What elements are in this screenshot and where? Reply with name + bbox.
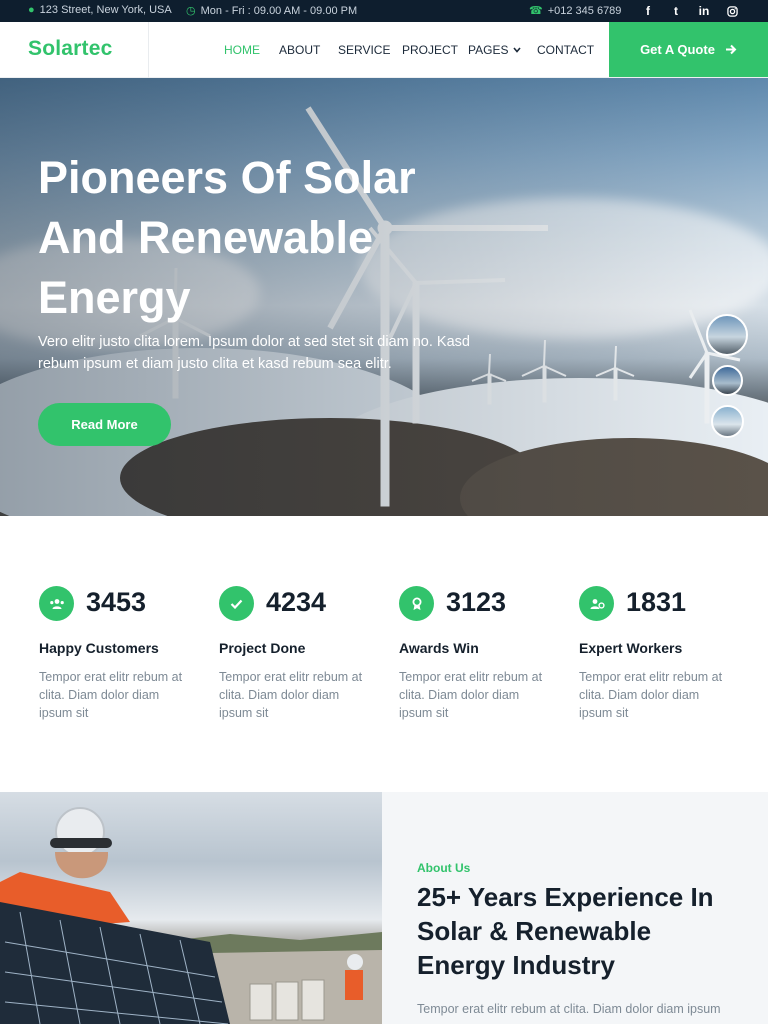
about-image — [0, 792, 382, 1024]
brand-logo[interactable]: Solartec — [28, 37, 112, 61]
stat-label: Expert Workers — [579, 640, 683, 656]
stat-number: 3123 — [446, 587, 507, 617]
stat-description: Tempor erat elitr rebum at clita. Diam d… — [579, 670, 723, 720]
address-info: ● 123 Street, New York, USA — [28, 4, 172, 16]
about-kicker: About Us — [417, 861, 471, 875]
address-text: 123 Street, New York, USA — [39, 4, 172, 16]
stat-description: Tempor erat elitr rebum at clita. Diam d… — [219, 670, 363, 720]
nav-item-contact[interactable]: CONTACT — [537, 43, 594, 57]
clock-icon: ◷ — [186, 5, 196, 17]
hero-text: Vero elitr justo clita lorem. Ipsum dolo… — [38, 334, 470, 372]
nav-item-about[interactable]: ABOUT — [279, 43, 320, 57]
hours-text: Mon - Fri : 09.00 AM - 09.00 PM — [200, 4, 358, 17]
about-title: 25+ Years Experience In Solar & Renewabl… — [417, 882, 714, 980]
get-quote-label: Get A Quote — [640, 42, 715, 57]
solar-worker-illustration — [0, 807, 382, 1024]
stat-number: 4234 — [266, 587, 327, 617]
social-links: f t in — [634, 0, 746, 22]
stat-label: Awards Win — [399, 640, 479, 656]
award-icon — [399, 586, 434, 621]
nav-item-pages-label: PAGES — [468, 43, 509, 57]
stat-label: Happy Customers — [39, 640, 159, 656]
phone-info: ☎ +012 345 6789 — [529, 4, 622, 18]
nav-item-home[interactable]: HOME — [224, 43, 260, 57]
brand-divider — [148, 22, 149, 78]
stat-number: 1831 — [626, 587, 687, 617]
top-bar: ● 123 Street, New York, USA ◷ Mon - Fri … — [0, 0, 768, 22]
read-more-button[interactable]: Read More — [38, 403, 171, 446]
chevron-down-icon — [513, 47, 522, 53]
check-icon — [219, 586, 254, 621]
map-marker-icon: ● — [28, 4, 35, 16]
stat-label: Project Done — [219, 640, 306, 656]
nav-item-pages[interactable]: PAGES — [468, 43, 522, 57]
stat-number: 3453 — [86, 587, 147, 617]
main-navbar: Solartec HOME ABOUT SERVICE PROJECT PAGE… — [0, 22, 768, 78]
stat-description: Tempor erat elitr rebum at clita. Diam d… — [39, 670, 183, 720]
hours-info: ◷ Mon - Fri : 09.00 AM - 09.00 PM — [186, 4, 358, 18]
slide-thumbnail[interactable] — [712, 365, 743, 396]
arrow-right-icon — [725, 44, 737, 55]
users-cog-icon — [579, 586, 614, 621]
stat-description: Tempor erat elitr rebum at clita. Diam d… — [399, 670, 543, 720]
instagram-icon[interactable] — [718, 0, 746, 22]
users-icon — [39, 586, 74, 621]
nav-item-project[interactable]: PROJECT — [402, 43, 458, 57]
hero-title: Pioneers Of Solar And Renewable Energy — [38, 152, 416, 323]
linkedin-icon[interactable]: in — [690, 0, 718, 22]
phone-icon: ☎ — [529, 5, 543, 17]
slide-thumbnail[interactable] — [711, 405, 744, 438]
facebook-icon[interactable]: f — [634, 0, 662, 22]
phone-text: +012 345 6789 — [547, 4, 622, 17]
nav-item-service[interactable]: SERVICE — [338, 43, 390, 57]
slide-thumbnail[interactable] — [706, 314, 748, 356]
twitter-icon[interactable]: t — [662, 0, 690, 22]
about-text: Tempor erat elitr rebum at clita. Diam d… — [417, 1002, 721, 1016]
get-quote-button[interactable]: Get A Quote — [609, 22, 768, 77]
